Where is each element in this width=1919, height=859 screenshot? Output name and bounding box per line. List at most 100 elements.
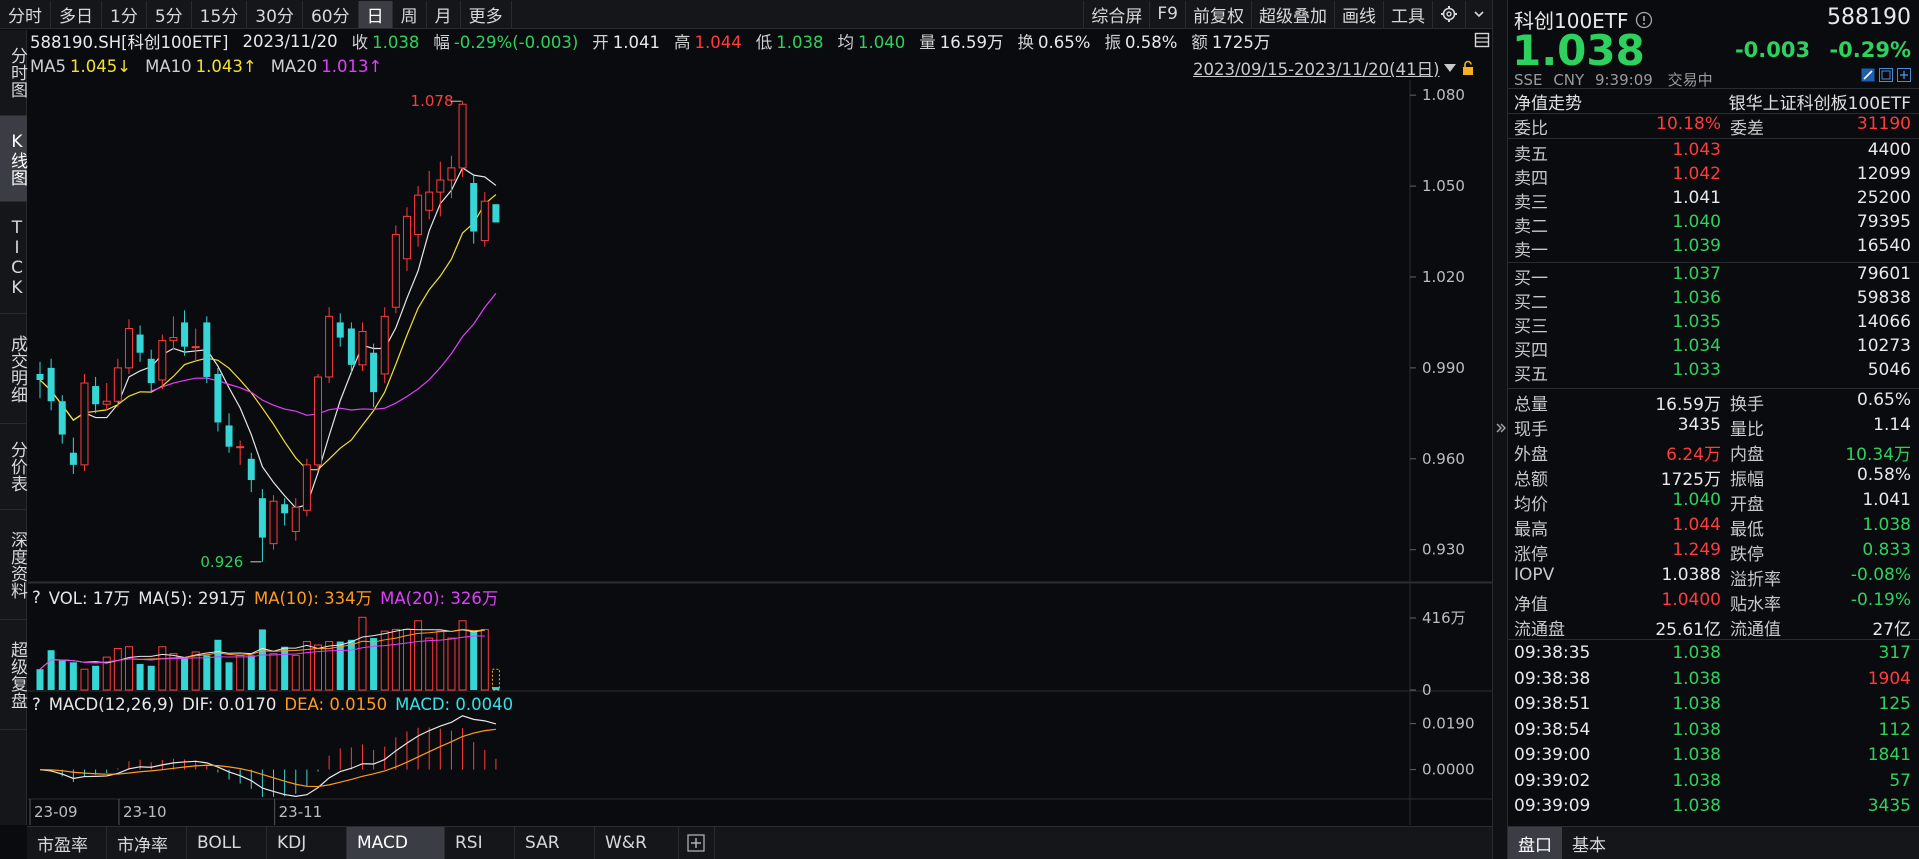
date-range-selector[interactable]: 2023/09/15-2023/11/20(41日) — [1193, 56, 1475, 80]
chevron-down-icon[interactable] — [1465, 0, 1492, 28]
stat-value: -0.08% — [1850, 565, 1911, 585]
volume-bar — [492, 687, 500, 690]
window-icon[interactable] — [1879, 68, 1893, 82]
tick-price: 1.038 — [1672, 643, 1721, 663]
ask-level-label: 卖三 — [1514, 193, 1548, 213]
vtab-price-table[interactable]: 分价表 — [0, 424, 27, 510]
draw-line-button[interactable]: 画线 — [1334, 0, 1383, 28]
period-tab-1min[interactable]: 1分 — [102, 0, 147, 28]
period-tab-more[interactable]: 更多 — [461, 0, 512, 28]
super-overlay-button[interactable]: 超级叠加 — [1251, 0, 1334, 28]
vol-value: VOL: 17万 — [48, 589, 131, 608]
stat-label: 内盘 — [1730, 445, 1764, 465]
left-view-tabs: 分时图 K线图 TICK 成交明细 分价表 深度资料 超级复盘 — [0, 30, 27, 825]
date-tick-label: 23-10 — [123, 803, 167, 821]
trading-status: 交易中 — [1667, 71, 1713, 89]
quote-info-line: 588190.SH[科创100ETF] 2023/11/20 收 1.038 幅-… — [30, 29, 1284, 53]
stat-row: 总量 16.59万 换手 0.65% — [1514, 390, 1911, 415]
vtab-trade-details[interactable]: 成交明细 — [0, 314, 27, 424]
add-icon[interactable] — [1897, 68, 1911, 82]
add-indicator-button[interactable] — [679, 827, 715, 859]
stat-value: 1.14 — [1873, 415, 1911, 435]
tools-button[interactable]: 工具 — [1383, 0, 1432, 28]
stat-label: 均价 — [1514, 495, 1548, 515]
nav-trend-label[interactable]: 净值走势 — [1514, 89, 1582, 114]
vol-ma10: MA(10): 334万 — [253, 589, 373, 608]
macd-help-icon[interactable]: ? — [32, 695, 41, 714]
indicator-tab-rsi[interactable]: RSI — [445, 827, 515, 859]
panel-tab-basic[interactable]: 基本 — [1562, 827, 1616, 859]
change-value: -0.29%(-0.003) — [453, 33, 579, 52]
candle-body — [458, 103, 467, 169]
gear-icon[interactable] — [1432, 0, 1465, 28]
vol-help-icon[interactable]: ? — [32, 588, 41, 607]
tick-time: 09:38:35 — [1514, 643, 1591, 663]
edit-icon[interactable] — [1861, 68, 1875, 82]
candle-body — [47, 367, 55, 402]
stat-row: 均价 1.040 开盘 1.041 — [1514, 490, 1911, 515]
bid-price: 1.033 — [1672, 360, 1721, 380]
volume-bar — [136, 664, 144, 690]
forward-adjust-button[interactable]: 前复权 — [1185, 0, 1251, 28]
volume-bar — [480, 628, 489, 691]
vtab-deep-data[interactable]: 深度资料 — [0, 510, 27, 620]
nav-trend-row[interactable]: 净值走势 银华上证科创板100ETF — [1514, 89, 1911, 114]
indicator-tab-kdj[interactable]: KDJ — [267, 827, 347, 859]
period-tab-day[interactable]: 日 — [358, 0, 393, 28]
volume-bar — [225, 662, 233, 690]
stat-label: 振幅 — [1730, 470, 1764, 490]
candle-body — [58, 401, 66, 435]
ask-row: 卖一 1.039 16540 — [1514, 236, 1911, 261]
high-value: 1.044 — [694, 33, 742, 52]
period-tab-5min[interactable]: 5分 — [147, 0, 192, 28]
low-label: 低 — [755, 33, 773, 52]
stat-label: 涨停 — [1514, 545, 1548, 565]
period-tab-intraday[interactable]: 分时 — [0, 0, 51, 28]
indicator-tab-wr[interactable]: W&R — [595, 827, 679, 859]
quote-time: 9:39:09 — [1594, 71, 1653, 89]
vtab-tick[interactable]: TICK — [0, 202, 27, 314]
lock-icon — [1462, 60, 1473, 75]
stat-value: 1.044 — [1672, 515, 1721, 535]
f9-button[interactable]: F9 — [1149, 0, 1185, 28]
low-value: 1.038 — [776, 33, 824, 52]
candle-body — [92, 386, 100, 405]
volume-bar — [181, 657, 189, 690]
indicator-tab-pe[interactable]: 市盈率 — [27, 827, 107, 859]
volume-bar — [269, 653, 278, 691]
volume-bar — [92, 665, 100, 690]
layout-icon[interactable] — [1474, 32, 1490, 52]
indicator-tab-pb[interactable]: 市净率 — [107, 827, 187, 859]
composite-screen-button[interactable]: 综合屏 — [1083, 0, 1149, 28]
stat-label: 溢折率 — [1730, 570, 1781, 590]
stat-label: 现手 — [1514, 420, 1548, 440]
stat-value: 1.040 — [1672, 490, 1721, 510]
candle-body — [414, 194, 423, 236]
chevron-right-icon[interactable] — [1494, 421, 1508, 435]
period-tab-multiday[interactable]: 多日 — [51, 0, 102, 28]
panel-splitter[interactable] — [1492, 0, 1508, 859]
tick-volume: 112 — [1878, 719, 1911, 740]
vtab-kline-chart[interactable]: K线图 — [0, 116, 27, 202]
period-tab-week[interactable]: 周 — [393, 0, 427, 28]
volume-bar — [336, 641, 344, 690]
volume-bar-current — [491, 668, 500, 691]
avg-label: 均 — [837, 33, 855, 52]
indicator-tab-boll[interactable]: BOLL — [187, 827, 267, 859]
vtab-super-review[interactable]: 超级复盘 — [0, 620, 27, 730]
period-tab-15min[interactable]: 15分 — [192, 0, 248, 28]
volume-bar — [113, 647, 122, 691]
date-tick-label: 23-09 — [34, 803, 78, 821]
stat-value: 10.34万 — [1845, 445, 1911, 465]
panel-icons — [1861, 68, 1911, 82]
panel-tab-orderbook[interactable]: 盘口 — [1508, 827, 1562, 859]
period-tab-60min[interactable]: 60分 — [303, 0, 359, 28]
period-tab-month[interactable]: 月 — [427, 0, 461, 28]
period-tab-30min[interactable]: 30分 — [247, 0, 303, 28]
vtab-intraday-chart[interactable]: 分时图 — [0, 30, 27, 116]
ma10-label: MA10 — [145, 56, 192, 76]
indicator-tab-macd[interactable]: MACD — [347, 827, 445, 859]
indicator-tab-sar[interactable]: SAR — [515, 827, 595, 859]
ma5-label: MA5 — [30, 56, 67, 76]
stat-value: 1.0388 — [1661, 565, 1721, 585]
